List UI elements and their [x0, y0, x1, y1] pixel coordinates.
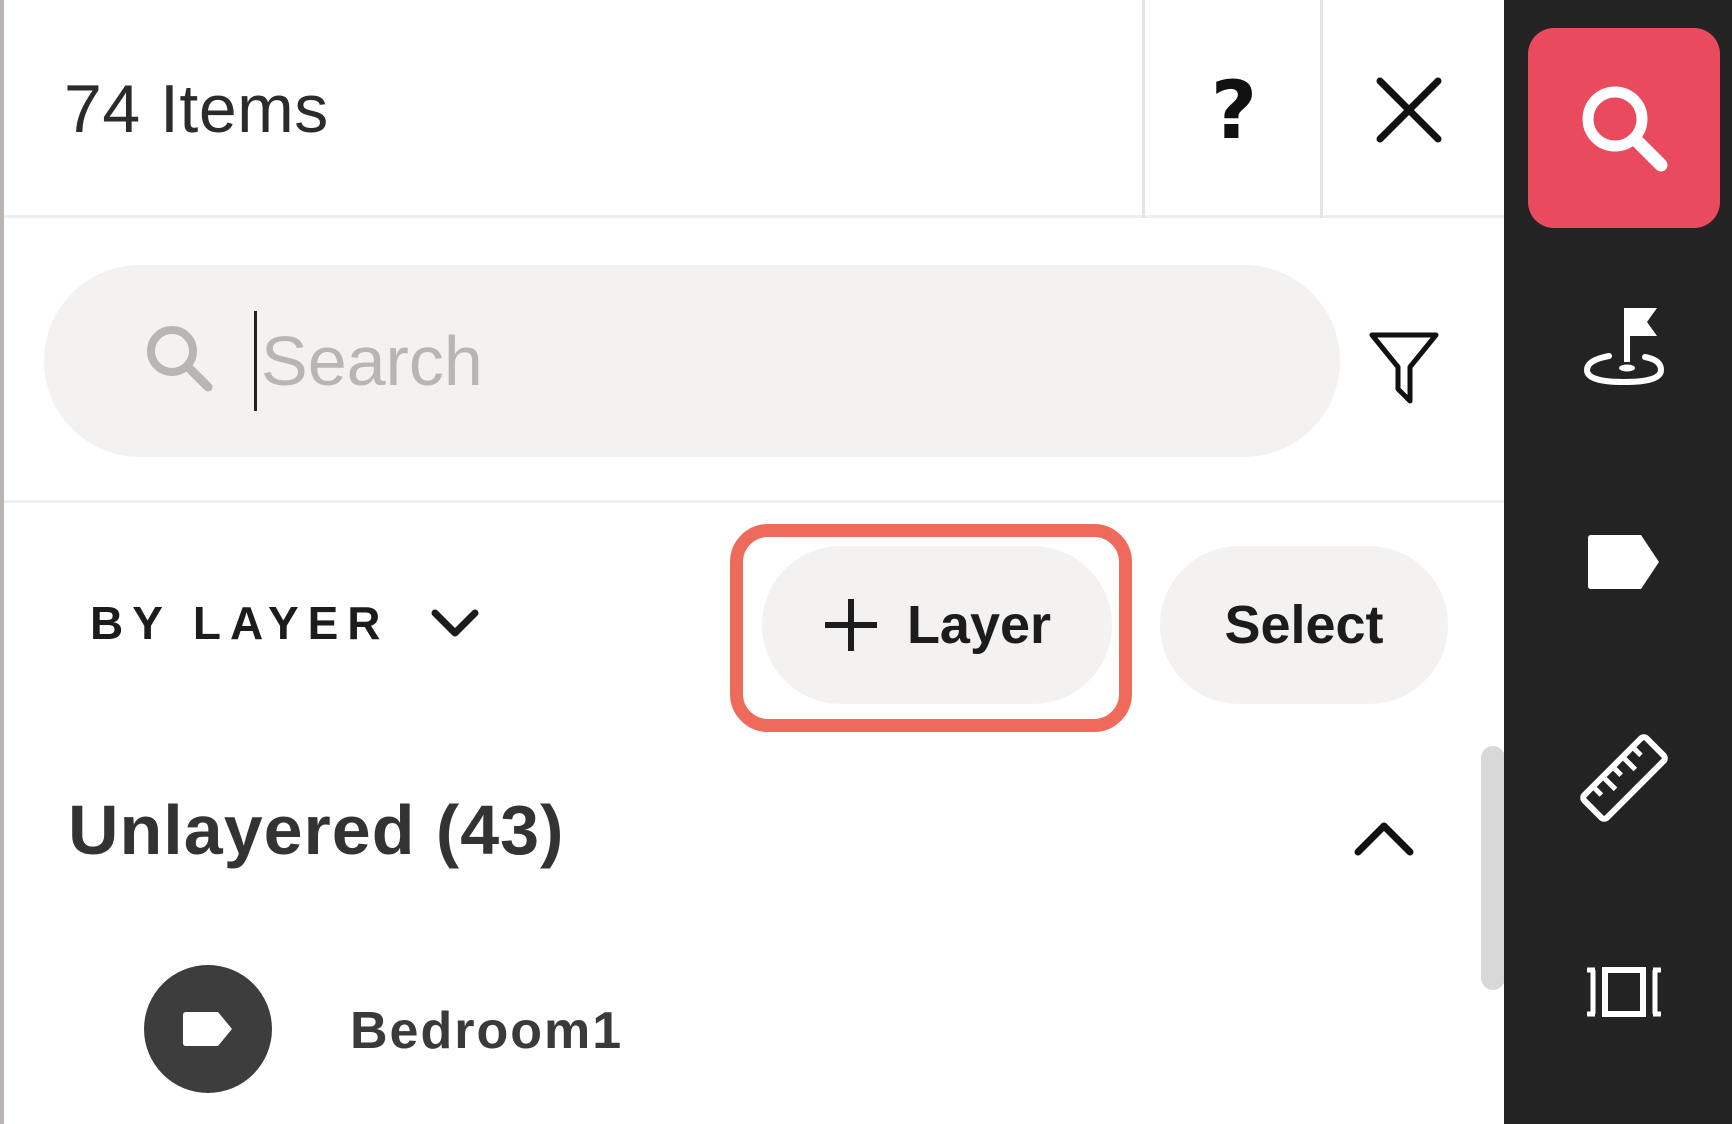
select-label: Select — [1224, 595, 1384, 655]
group-by-dropdown[interactable]: BY LAYER — [90, 596, 480, 650]
items-count: 74 Items — [64, 71, 329, 147]
add-layer-button[interactable]: Layer — [762, 546, 1112, 704]
plus-icon — [824, 599, 877, 651]
rail-dimension-button[interactable] — [1528, 892, 1720, 1092]
tool-rail — [1504, 0, 1732, 1124]
filter-icon[interactable] — [1364, 313, 1444, 413]
panel-header: 74 Items ? — [4, 0, 1504, 218]
chevron-up-icon[interactable] — [1344, 800, 1424, 870]
ruler-icon — [1580, 734, 1668, 822]
location-flag-icon — [1583, 308, 1665, 386]
close-button[interactable] — [1329, 60, 1489, 160]
rail-search-button[interactable] — [1528, 28, 1720, 228]
group-by-label: BY LAYER — [90, 597, 390, 649]
item-avatar — [144, 965, 272, 1093]
rail-ruler-button[interactable] — [1528, 678, 1720, 878]
help-button[interactable]: ? — [1154, 60, 1314, 160]
search-icon — [1582, 86, 1668, 172]
scrollbar[interactable] — [1481, 746, 1505, 990]
tag-icon — [1588, 535, 1659, 589]
search-box[interactable] — [44, 265, 1340, 457]
close-icon — [1376, 77, 1442, 143]
rail-location-button[interactable] — [1528, 245, 1720, 445]
tag-icon — [183, 1012, 232, 1046]
item-name: Bedroom1 — [350, 1002, 624, 1060]
rail-tag-button[interactable] — [1528, 462, 1720, 662]
help-icon: ? — [1210, 63, 1258, 157]
select-button[interactable]: Select — [1160, 546, 1448, 704]
search-section — [4, 221, 1504, 503]
search-panel: 74 Items ? BY LAYER — [4, 0, 1505, 1124]
search-icon — [147, 326, 213, 392]
chevron-down-icon — [431, 609, 479, 637]
header-divider — [1320, 0, 1323, 218]
list-item[interactable]: Bedroom1 — [134, 965, 1364, 1095]
search-input[interactable] — [254, 311, 1254, 411]
header-divider — [1142, 0, 1145, 218]
group-header: Unlayered (43) — [68, 791, 565, 869]
dimension-icon — [1587, 967, 1661, 1017]
add-layer-label: Layer — [906, 595, 1052, 655]
